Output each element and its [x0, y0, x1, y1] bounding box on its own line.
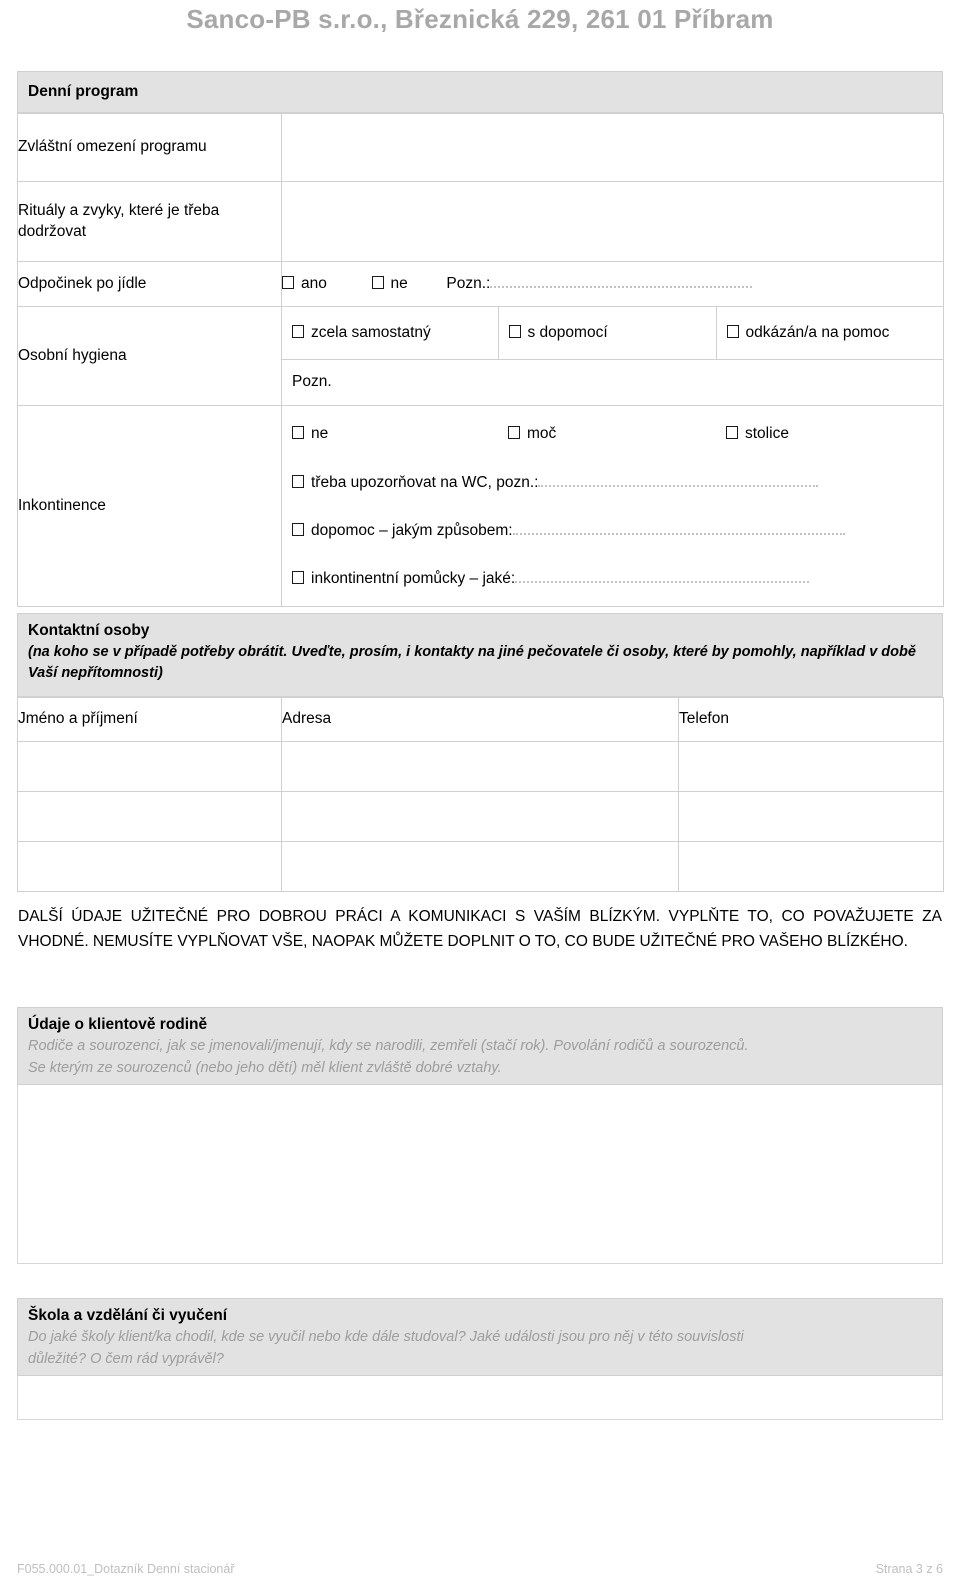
checkbox-icon[interactable]: [508, 426, 520, 439]
contacts-cell-name[interactable]: [17, 841, 282, 892]
checkbox-option-hygiene-assisted[interactable]: s dopomocí: [498, 307, 717, 360]
incontinence-top-options: ne moč stolice: [282, 406, 943, 462]
table-row: [17, 841, 944, 892]
checkbox-label-incontinence-none: ne: [311, 425, 329, 442]
table-row-rituals: Rituály a zvyky, které je třeba dodržova…: [17, 181, 944, 262]
checkbox-option-incontinence-stool[interactable]: stolice: [726, 425, 789, 443]
checkbox-label-rest-no: ne: [390, 275, 408, 292]
checkbox-icon[interactable]: [726, 426, 738, 439]
contacts-table-header-row: Jméno a příjmení Adresa Telefon: [17, 697, 944, 742]
footer-document-code: F055.000.01_Dotazník Denní stacionář: [17, 1562, 235, 1576]
row-label-rituals: Rituály a zvyky, které je třeba dodržova…: [17, 181, 282, 262]
contacts-cell-phone[interactable]: [678, 791, 944, 842]
note-input-rest[interactable]: [490, 277, 753, 288]
note-input-incontinence-wc[interactable]: [538, 476, 819, 487]
checkbox-option-incontinence-assistance[interactable]: dopomoc – jakým způsobem:: [282, 510, 943, 558]
checkbox-icon[interactable]: [292, 475, 304, 488]
contacts-cell-name[interactable]: [17, 741, 282, 792]
checkbox-icon[interactable]: [726, 324, 739, 338]
checkbox-option-rest-yes[interactable]: ano: [282, 275, 327, 293]
row-body-incontinence: ne moč stolice třeba upozorňovat na WC, …: [281, 405, 944, 607]
document-page: Sanco-PB s.r.o., Březnická 229, 261 01 P…: [0, 0, 960, 1595]
checkbox-icon[interactable]: [282, 276, 294, 289]
checkbox-icon[interactable]: [292, 571, 304, 584]
note-input-incontinence-assistance[interactable]: [512, 524, 845, 535]
contacts-cell-phone[interactable]: [678, 841, 944, 892]
table-row-personal-hygiene: Osobní hygiena zcela samostatný s dopomo…: [17, 306, 944, 406]
section-title-kontaktni-osoby: Kontaktní osoby: [28, 622, 150, 639]
row-label-special-restrictions: Zvláštní omezení programu: [17, 113, 282, 182]
row-body-personal-hygiene: zcela samostatný s dopomocí odkázán/a na…: [281, 306, 944, 406]
note-label-rest: Pozn.:: [446, 275, 491, 292]
family-answer-box[interactable]: [17, 1085, 943, 1264]
section-header-school: Škola a vzdělání či vyučení Do jaké škol…: [17, 1298, 943, 1376]
section-title-school: Škola a vzdělání či vyučení: [28, 1307, 228, 1324]
contacts-cell-address[interactable]: [281, 741, 679, 792]
row-options-rest-after-meal: ano ne Pozn.:: [281, 261, 944, 307]
contacts-cell-name[interactable]: [17, 791, 282, 842]
checkbox-option-incontinence-wc-reminder[interactable]: třeba upozorňovat na WC, pozn.:: [282, 462, 943, 510]
contacts-cell-address[interactable]: [281, 791, 679, 842]
contacts-column-address: Adresa: [281, 697, 679, 742]
checkbox-icon[interactable]: [508, 324, 521, 338]
checkbox-label-rest-yes: ano: [301, 275, 327, 292]
checkbox-label-incontinence-assistance: dopomoc – jakým způsobem:: [311, 522, 513, 539]
section-hint-family-line1: Rodiče a sourozenci, jak se jmenovali/jm…: [28, 1038, 749, 1055]
checkbox-icon[interactable]: [292, 426, 304, 439]
section-header-kontaktni-osoby: Kontaktní osoby (na koho se v případě po…: [17, 613, 943, 697]
section-note-kontaktni-osoby: (na koho se v případě potřeby obrátit. U…: [28, 644, 916, 681]
checkbox-option-incontinence-urine[interactable]: moč: [508, 425, 726, 443]
contacts-column-name: Jméno a příjmení: [17, 697, 282, 742]
section-title-denni-program: Denní program: [28, 83, 139, 100]
section-hint-school-line2: důležité? O čem rád vyprávěl?: [28, 1350, 224, 1367]
checkbox-label-incontinence-aids: inkontinentní pomůcky – jaké:: [311, 570, 516, 587]
checkbox-label-incontinence-urine: moč: [527, 425, 557, 442]
checkbox-label-hygiene-independent: zcela samostatný: [311, 323, 431, 341]
section-title-family: Údaje o klientově rodině: [28, 1016, 208, 1033]
footer-page-number: Strana 3 z 6: [875, 1562, 943, 1576]
note-input-incontinence-aids[interactable]: [515, 572, 810, 583]
note-label-hygiene: Pozn.: [292, 373, 332, 391]
section-header-family: Údaje o klientově rodině Rodiče a souroz…: [17, 1007, 943, 1085]
row-label-personal-hygiene: Osobní hygiena: [17, 306, 282, 406]
row-input-rituals[interactable]: [281, 181, 944, 262]
checkbox-label-incontinence-stool: stolice: [745, 425, 789, 442]
row-label-incontinence: Inkontinence: [17, 405, 282, 607]
row-label-rest-after-meal: Odpočinek po jídle: [17, 261, 282, 307]
checkbox-label-incontinence-wc-reminder: třeba upozorňovat na WC, pozn.:: [311, 474, 539, 491]
contacts-cell-address[interactable]: [281, 841, 679, 892]
school-answer-box[interactable]: [17, 1376, 943, 1420]
checkbox-label-hygiene-assisted: s dopomocí: [527, 323, 608, 341]
instructions-paragraph: DALŠÍ ÚDAJE UŽITEČNÉ PRO DOBROU PRÁCI A …: [18, 908, 942, 951]
contacts-column-phone: Telefon: [678, 697, 944, 742]
daily-program-table: Zvláštní omezení programu Rituály a zvyk…: [17, 113, 944, 607]
checkbox-label-hygiene-dependent: odkázán/a na pomoc: [745, 323, 890, 341]
table-row-rest-after-meal: Odpočinek po jídle ano ne Pozn.:: [17, 261, 944, 307]
contacts-table: Jméno a příjmení Adresa Telefon: [17, 697, 944, 892]
section-hint-school-line1: Do jaké školy klient/ka chodil, kde se v…: [28, 1329, 744, 1346]
section-hint-family-line2: Se kterým ze sourozenců (nebo jeho dětí)…: [28, 1059, 502, 1076]
checkbox-icon[interactable]: [292, 523, 304, 536]
checkbox-icon[interactable]: [292, 324, 304, 338]
note-field-hygiene[interactable]: Pozn.: [282, 359, 944, 405]
table-row: [17, 741, 944, 792]
contacts-cell-phone[interactable]: [678, 741, 944, 792]
company-header-title: Sanco-PB s.r.o., Březnická 229, 261 01 P…: [186, 4, 774, 34]
row-input-special-restrictions[interactable]: [281, 113, 944, 182]
table-row-special-restrictions: Zvláštní omezení programu: [17, 113, 944, 182]
checkbox-option-hygiene-dependent[interactable]: odkázán/a na pomoc: [716, 307, 944, 360]
checkbox-option-hygiene-independent[interactable]: zcela samostatný: [282, 307, 499, 360]
checkbox-icon[interactable]: [371, 276, 384, 289]
checkbox-option-incontinence-none[interactable]: ne: [292, 425, 508, 443]
section-header-denni-program: Denní program: [17, 71, 943, 113]
table-row-incontinence: Inkontinence ne moč stolice třeba upozor…: [17, 405, 944, 607]
checkbox-option-rest-no[interactable]: ne: [371, 275, 408, 293]
table-row: [17, 791, 944, 842]
checkbox-option-incontinence-aids[interactable]: inkontinentní pomůcky – jaké:: [282, 558, 943, 606]
